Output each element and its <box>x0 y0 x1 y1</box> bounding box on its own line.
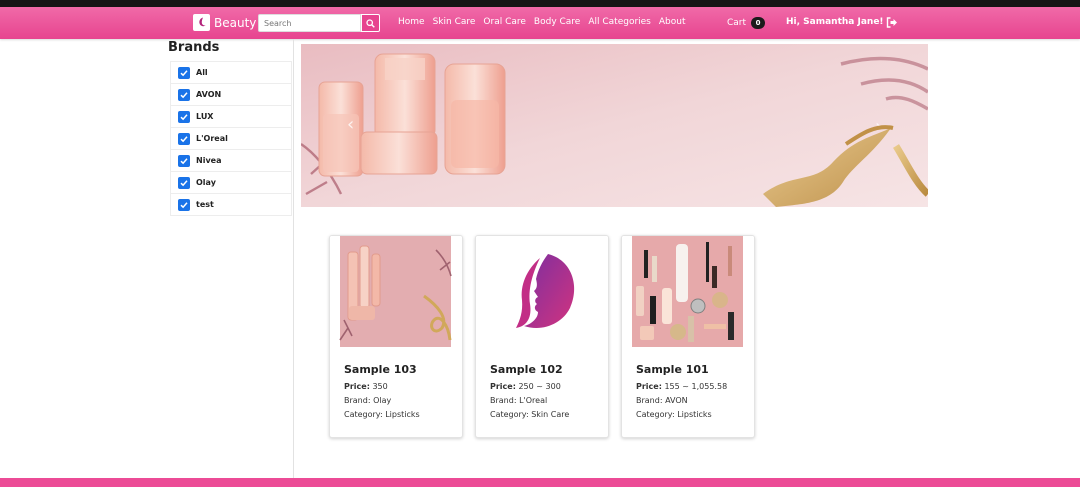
brand-filter-label: LUX <box>196 112 214 121</box>
product-card[interactable]: Sample 101 Price: 155 ~ 1,055.58 Brand: … <box>621 235 755 438</box>
checkbox-checked[interactable] <box>178 66 190 79</box>
brand-filter-label: AVON <box>196 90 222 99</box>
brand-filter-label: L'Oreal <box>196 134 228 143</box>
checkbox-checked[interactable] <box>178 88 190 101</box>
nav-link-all-categories[interactable]: All Categories <box>588 17 651 27</box>
brand-filter-list: All AVON LUX L'Oreal Nivea Olay test <box>170 61 292 216</box>
brand-filter-label: All <box>196 68 208 77</box>
hero-banner-carousel[interactable]: ‹ › <box>301 44 928 207</box>
price-value: 250 ~ 300 <box>518 382 561 391</box>
product-name[interactable]: Sample 101 <box>636 363 709 376</box>
price-value: 155 ~ 1,055.58 <box>664 382 728 391</box>
product-name[interactable]: Sample 102 <box>490 363 563 376</box>
user-greeting[interactable]: Hi, Samantha Jane! <box>786 17 884 27</box>
nav-links: Home Skin Care Oral Care Body Care All C… <box>398 17 685 27</box>
brand-value: Olay <box>373 396 392 405</box>
brands-title: Brands <box>168 40 220 55</box>
category-label: Category: <box>490 410 529 419</box>
window-top-bar <box>0 0 1080 7</box>
checkbox-checked[interactable] <box>178 176 190 189</box>
price-label: Price: <box>636 382 662 391</box>
search-icon <box>366 18 375 28</box>
brand-filter-label: Nivea <box>196 156 222 165</box>
checkbox-checked[interactable] <box>178 110 190 123</box>
nav-link-about[interactable]: About <box>659 17 686 27</box>
nav-link-home[interactable]: Home <box>398 17 425 27</box>
brand-filter-olay[interactable]: Olay <box>171 171 291 193</box>
price-label: Price: <box>490 382 516 391</box>
check-icon <box>180 179 188 186</box>
category-label: Category: <box>344 410 383 419</box>
search-button[interactable] <box>361 14 380 32</box>
category-value: Lipsticks <box>385 410 420 419</box>
svg-text:‹: ‹ <box>347 114 354 135</box>
product-price: Price: 250 ~ 300 <box>490 382 561 391</box>
product-category: Category: Skin Care <box>490 410 569 419</box>
check-icon <box>180 157 188 164</box>
check-icon <box>180 69 188 76</box>
brand-filter-nivea[interactable]: Nivea <box>171 149 291 171</box>
product-category: Category: Lipsticks <box>344 410 420 419</box>
cart-link[interactable]: Cart 0 <box>727 17 766 29</box>
brand-filter-lux[interactable]: LUX <box>171 105 291 127</box>
category-label: Category: <box>636 410 675 419</box>
product-name[interactable]: Sample 103 <box>344 363 417 376</box>
brand-name[interactable]: Beauty <box>214 16 256 30</box>
brand-filter-label: Olay <box>196 178 216 187</box>
category-value: Lipsticks <box>677 410 712 419</box>
check-icon <box>180 135 188 142</box>
price-value: 350 <box>372 382 388 391</box>
search-input[interactable] <box>258 14 361 32</box>
nav-link-body-care[interactable]: Body Care <box>534 17 580 27</box>
brand-label: Brand: <box>636 396 663 405</box>
nav-link-skin-care[interactable]: Skin Care <box>433 17 476 27</box>
product-price: Price: 350 <box>344 382 388 391</box>
product-image[interactable] <box>622 236 754 347</box>
checkbox-checked[interactable] <box>178 132 190 145</box>
brand-value: L'Oreal <box>519 396 548 405</box>
logo-icon[interactable] <box>193 14 210 31</box>
product-image[interactable] <box>330 236 462 347</box>
brand-filter-all[interactable]: All <box>171 61 291 83</box>
product-brand: Brand: Olay <box>344 396 391 405</box>
sidebar-divider <box>293 39 294 478</box>
footer-bar <box>0 478 1080 487</box>
check-icon <box>180 91 188 98</box>
banner-image: ‹ › <box>301 44 928 207</box>
product-price: Price: 155 ~ 1,055.58 <box>636 382 727 391</box>
brand-filter-loreal[interactable]: L'Oreal <box>171 127 291 149</box>
product-brand: Brand: L'Oreal <box>490 396 547 405</box>
brand-filter-label: test <box>196 200 214 209</box>
product-card[interactable]: Sample 103 Price: 350 Brand: Olay Catego… <box>329 235 463 438</box>
product-card[interactable]: Sample 102 Price: 250 ~ 300 Brand: L'Ore… <box>475 235 609 438</box>
brand-filter-test[interactable]: test <box>171 193 291 215</box>
product-brand: Brand: AVON <box>636 396 688 405</box>
nav-link-oral-care[interactable]: Oral Care <box>483 17 526 27</box>
brand-value: AVON <box>665 396 688 405</box>
cart-label: Cart <box>727 18 747 28</box>
product-image[interactable] <box>476 236 608 347</box>
check-icon <box>180 113 188 120</box>
brand-label: Brand: <box>344 396 371 405</box>
price-label: Price: <box>344 382 370 391</box>
navbar: Beauty Home Skin Care Oral Care Body Car… <box>0 7 1080 39</box>
checkbox-checked[interactable] <box>178 154 190 167</box>
cart-count-badge: 0 <box>751 17 766 29</box>
logout-icon[interactable] <box>886 17 898 28</box>
brand-label: Brand: <box>490 396 517 405</box>
check-icon <box>180 201 188 208</box>
checkbox-checked[interactable] <box>178 198 190 211</box>
product-category: Category: Lipsticks <box>636 410 712 419</box>
category-value: Skin Care <box>531 410 570 419</box>
brand-filter-avon[interactable]: AVON <box>171 83 291 105</box>
